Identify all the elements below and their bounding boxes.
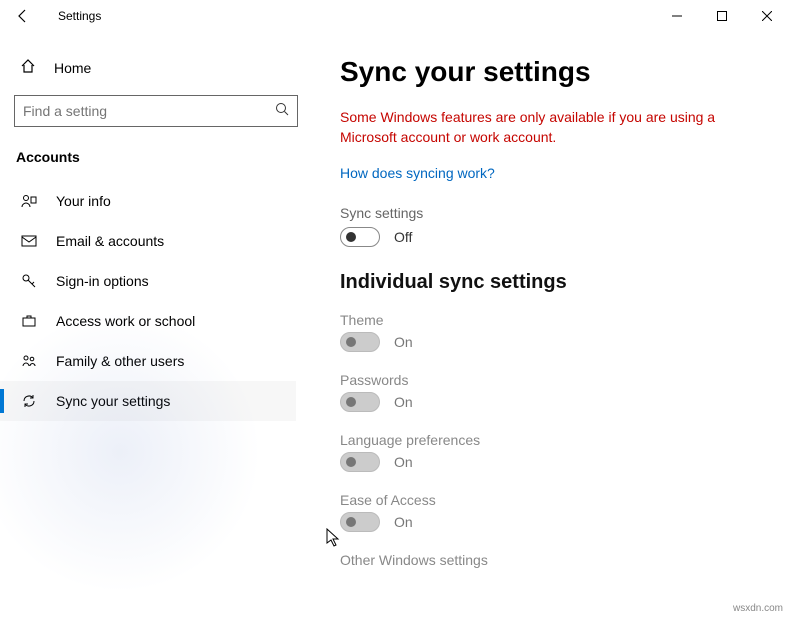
passwords-state: On	[394, 394, 413, 410]
sidebar-item-label: Your info	[56, 193, 111, 209]
how-sync-works-link[interactable]: How does syncing work?	[340, 165, 495, 181]
briefcase-icon	[20, 313, 38, 329]
sidebar-item-label: Sync your settings	[56, 393, 170, 409]
back-button[interactable]	[14, 8, 32, 24]
person-icon	[20, 193, 38, 209]
search-box[interactable]	[14, 95, 298, 127]
window-controls	[654, 0, 789, 32]
sync-icon	[20, 393, 38, 409]
ease-of-access-toggle	[340, 512, 380, 532]
sidebar-item-email-accounts[interactable]: Email & accounts	[0, 221, 296, 261]
sidebar-item-access-work-school[interactable]: Access work or school	[0, 301, 296, 341]
sync-settings-state: Off	[394, 229, 412, 245]
search-input[interactable]	[23, 103, 275, 119]
home-label: Home	[54, 60, 91, 76]
sidebar-item-signin-options[interactable]: Sign-in options	[0, 261, 296, 301]
sidebar: Home Accounts Your info Email & accounts…	[0, 32, 310, 618]
ease-of-access-label: Ease of Access	[340, 492, 759, 508]
language-state: On	[394, 454, 413, 470]
sidebar-item-family-users[interactable]: Family & other users	[0, 341, 296, 381]
people-icon	[20, 353, 38, 369]
other-windows-label: Other Windows settings	[340, 552, 759, 568]
sidebar-item-label: Family & other users	[56, 353, 184, 369]
theme-state: On	[394, 334, 413, 350]
sync-settings-toggle[interactable]	[340, 227, 380, 247]
search-icon	[275, 102, 289, 121]
home-nav[interactable]: Home	[14, 50, 296, 85]
key-icon	[20, 273, 38, 289]
ease-of-access-state: On	[394, 514, 413, 530]
maximize-button[interactable]	[699, 0, 744, 32]
window-title: Settings	[58, 9, 101, 23]
individual-section-title: Individual sync settings	[340, 271, 759, 294]
warning-text: Some Windows features are only available…	[340, 108, 740, 147]
close-button[interactable]	[744, 0, 789, 32]
passwords-toggle	[340, 392, 380, 412]
page-title: Sync your settings	[340, 56, 759, 88]
home-icon	[20, 58, 36, 77]
language-label: Language preferences	[340, 432, 759, 448]
sidebar-item-your-info[interactable]: Your info	[0, 181, 296, 221]
minimize-button[interactable]	[654, 0, 699, 32]
sidebar-item-label: Sign-in options	[56, 273, 149, 289]
mail-icon	[20, 233, 38, 249]
theme-label: Theme	[340, 312, 759, 328]
watermark: wsxdn.com	[733, 603, 783, 614]
titlebar: Settings	[0, 0, 789, 32]
sidebar-nav: Your info Email & accounts Sign-in optio…	[0, 181, 296, 421]
passwords-label: Passwords	[340, 372, 759, 388]
theme-toggle	[340, 332, 380, 352]
sidebar-item-sync-settings[interactable]: Sync your settings	[0, 381, 296, 421]
sidebar-category: Accounts	[16, 149, 296, 165]
sync-settings-label: Sync settings	[340, 205, 759, 221]
sidebar-item-label: Access work or school	[56, 313, 195, 329]
language-toggle	[340, 452, 380, 472]
main-content: Sync your settings Some Windows features…	[310, 32, 789, 618]
sidebar-item-label: Email & accounts	[56, 233, 164, 249]
